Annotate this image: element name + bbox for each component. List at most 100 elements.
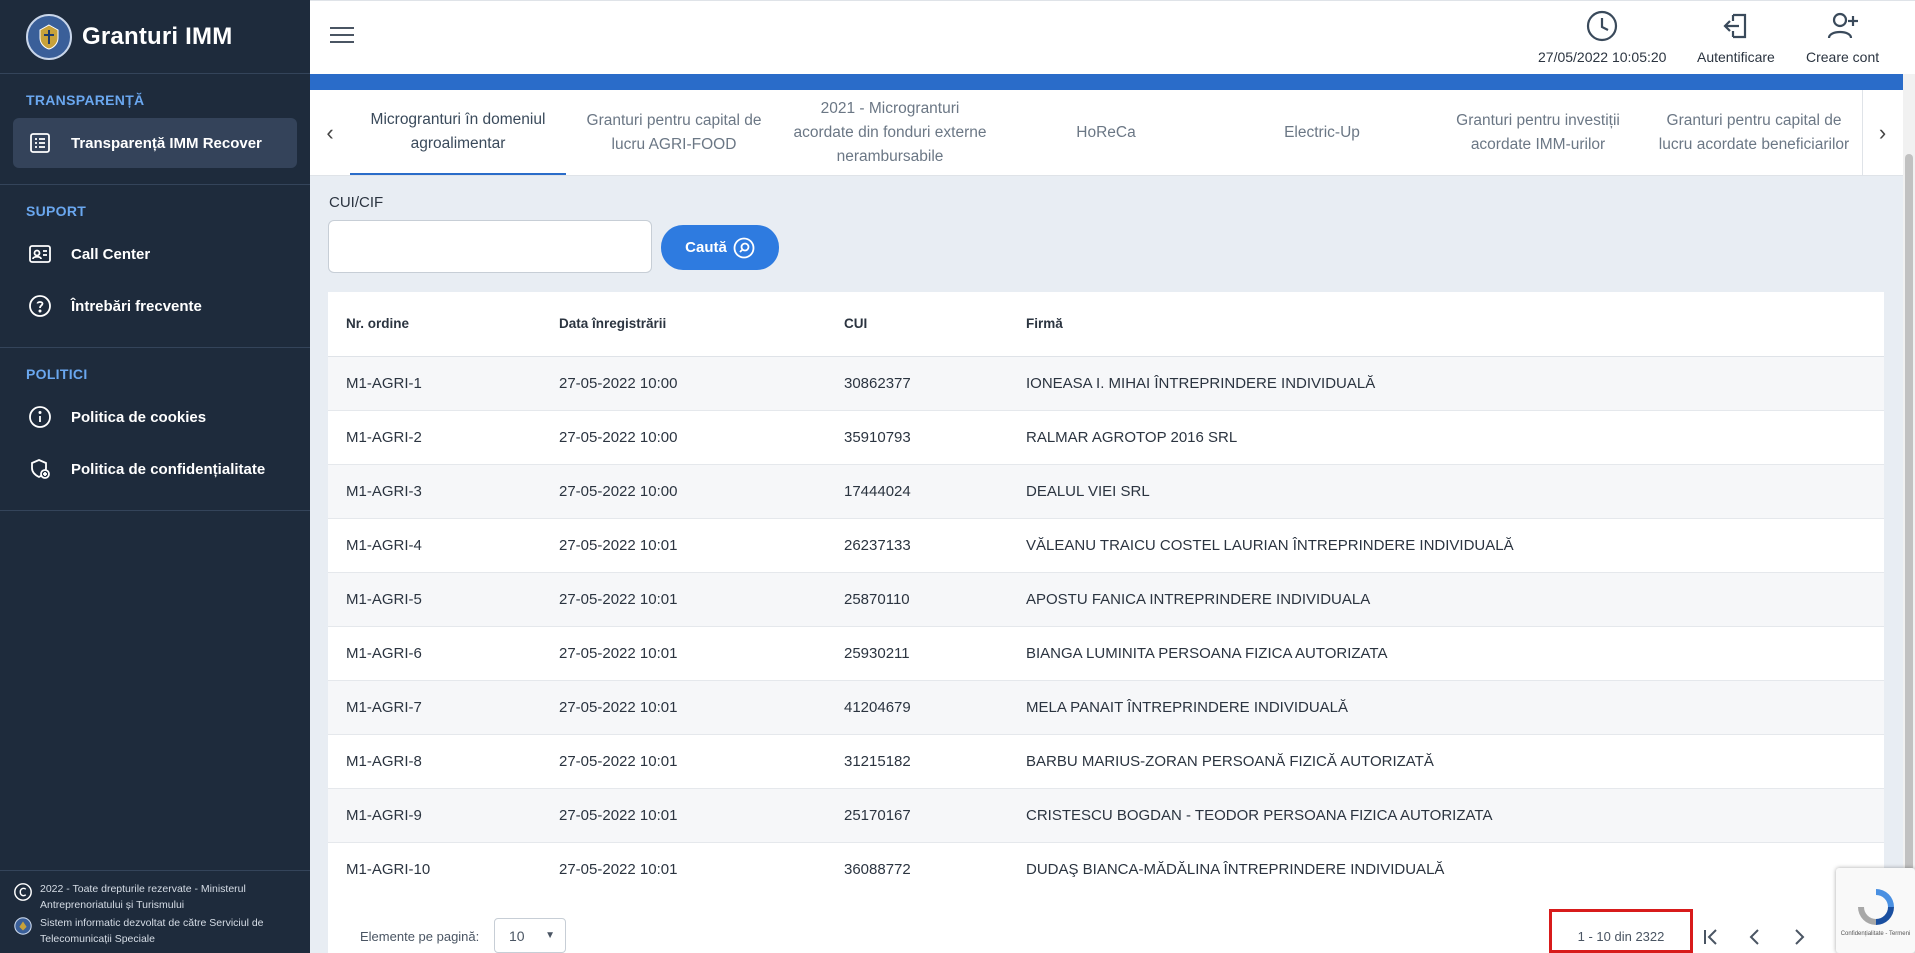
cell-nr-ordine: M1-AGRI-9 (328, 788, 541, 843)
cell-data-inregistrarii: 27-05-2022 10:01 (541, 518, 826, 573)
per-page-select[interactable]: 10 ▼ (494, 918, 566, 953)
cell-data-inregistrarii: 27-05-2022 10:01 (541, 788, 826, 843)
program-tabs: ‹ Microgranturi în domeniul agroalimenta… (310, 90, 1903, 176)
col-cui: CUI (826, 292, 1008, 357)
recaptcha-icon (1857, 888, 1894, 925)
results-table: Nr. ordine Data înregistrării CUI Firmă … (328, 292, 1884, 953)
search-button-label: Caută (685, 239, 727, 256)
section-title: TRANSPARENȚĂ (26, 92, 145, 108)
brand[interactable]: Granturi IMM (0, 0, 310, 74)
section-title: SUPORT (26, 203, 87, 219)
tab-electric-up[interactable]: Electric-Up (1214, 90, 1430, 175)
col-firma: Firmă (1008, 292, 1884, 357)
section-suport: SUPORT Call Center Întrebări frecvente (0, 185, 310, 348)
cell-firma: CRISTESCU BOGDAN - TEODOR PERSOANA FIZIC… (1008, 788, 1884, 843)
sidebar-item-transparenta-imm-recover[interactable]: Transparență IMM Recover (13, 118, 297, 168)
table-row[interactable]: M1-AGRI-3 27-05-2022 10:00 17444024 DEALUL … (328, 464, 1884, 519)
next-page-icon[interactable] (1787, 925, 1811, 949)
sidebar-item-label: Politica de confidențialitate (71, 460, 266, 478)
cell-nr-ordine: M1-AGRI-4 (328, 518, 541, 573)
first-page-icon[interactable] (1699, 925, 1723, 949)
per-page-label: Elemente pe pagină: (360, 929, 480, 944)
table-row[interactable]: M1-AGRI-6 27-05-2022 10:01 25930211 BIANGA … (328, 626, 1884, 681)
register-button[interactable]: Creare cont (1806, 9, 1879, 65)
cui-search-input[interactable] (328, 220, 652, 273)
cell-cui: 26237133 (826, 518, 1008, 573)
prev-page-icon[interactable] (1743, 925, 1767, 949)
sidebar-item-politica-confidentialitate[interactable]: Politica de confidențialitate (13, 444, 297, 494)
cell-nr-ordine: M1-AGRI-3 (328, 464, 541, 519)
recaptcha-badge[interactable]: Confidențialitate - Termeni (1836, 868, 1915, 953)
sidebar-item-label: Întrebări frecvente (71, 297, 202, 315)
cell-cui: 41204679 (826, 680, 1008, 735)
cell-cui: 25870110 (826, 572, 1008, 627)
tab-2021-microgranturi[interactable]: 2021 - Microgranturi acordate din fondur… (782, 90, 998, 175)
copyright-icon (12, 881, 34, 903)
coat-of-arms-logo (26, 13, 72, 60)
cell-data-inregistrarii: 27-05-2022 10:01 (541, 680, 826, 735)
sidebar-item-politica-cookies[interactable]: Politica de cookies (13, 392, 297, 442)
caret-down-icon: ▼ (545, 930, 555, 941)
section-politici: POLITICI Politica de cookies Politica de… (0, 348, 310, 511)
table-row[interactable]: M1-AGRI-8 27-05-2022 10:01 31215182 BARBU M… (328, 734, 1884, 789)
footer-copyright-text: 2022 - Toate drepturile rezervate - Mini… (40, 883, 246, 911)
cell-firma: DEALUL VIEI SRL (1008, 464, 1884, 519)
tabs-scroll-right-icon[interactable]: › (1862, 90, 1902, 175)
cell-data-inregistrarii: 27-05-2022 10:01 (541, 734, 826, 789)
tab-granturi-investitii[interactable]: Granturi pentru investiții acordate IMM-… (1430, 90, 1646, 175)
cell-data-inregistrarii: 27-05-2022 10:01 (541, 626, 826, 681)
clock-icon (1587, 10, 1618, 42)
accent-strip (310, 74, 1903, 90)
sidebar-item-label: Transparență IMM Recover (71, 134, 262, 152)
search-icon (733, 237, 755, 258)
cell-nr-ordine: M1-AGRI-7 (328, 680, 541, 735)
cell-cui: 36088772 (826, 842, 1008, 897)
cell-nr-ordine: M1-AGRI-6 (328, 626, 541, 681)
section-title: POLITICI (26, 366, 88, 382)
menu-toggle-icon[interactable] (330, 27, 354, 47)
question-icon (27, 293, 53, 319)
table-row[interactable]: M1-AGRI-4 27-05-2022 10:01 26237133 VĂLEANU… (328, 518, 1884, 573)
cell-cui: 25930211 (826, 626, 1008, 681)
cell-firma: VĂLEANU TRAICU COSTEL LAURIAN ÎNTREPRIND… (1008, 518, 1884, 573)
cell-data-inregistrarii: 27-05-2022 10:00 (541, 410, 826, 465)
sidebar-item-label: Call Center (71, 245, 151, 263)
cell-nr-ordine: M1-AGRI-5 (328, 572, 541, 627)
per-page-value: 10 (509, 927, 525, 944)
sidebar-item-intrebari-frecvente[interactable]: Întrebări frecvente (13, 281, 297, 331)
table-row[interactable]: M1-AGRI-9 27-05-2022 10:01 25170167 CRISTES… (328, 788, 1884, 843)
current-datetime: 27/05/2022 10:05:20 (1538, 49, 1667, 65)
table-row[interactable]: M1-AGRI-1 27-05-2022 10:00 30862377 IONEASA… (328, 356, 1884, 411)
footer-system: Sistem informatic dezvoltat de către Ser… (12, 915, 310, 947)
table-row[interactable]: M1-AGRI-7 27-05-2022 10:01 41204679 MELA PA… (328, 680, 1884, 735)
tab-capital-lucru-agri-food[interactable]: Granturi pentru capital de lucru AGRI-FO… (566, 90, 782, 175)
tab-horeca[interactable]: HoReCa (998, 90, 1214, 175)
cell-firma: MELA PANAIT ÎNTREPRINDERE INDIVIDUALĂ (1008, 680, 1884, 735)
cell-nr-ordine: M1-AGRI-10 (328, 842, 541, 897)
search-button[interactable]: Caută (661, 225, 779, 270)
scrollbar-thumb[interactable] (1905, 154, 1913, 894)
brand-title: Granturi IMM (82, 22, 233, 50)
login-button[interactable]: Autentificare (1697, 9, 1775, 65)
page-scrollbar[interactable] (1903, 74, 1915, 953)
tab-capital-lucru-beneficiari[interactable]: Granturi pentru capital de lucru acordat… (1646, 90, 1862, 175)
login-icon (1723, 13, 1747, 39)
cell-firma: IONEASA I. MIHAI ÎNTREPRINDERE INDIVIDUA… (1008, 356, 1884, 411)
table-row[interactable]: M1-AGRI-5 27-05-2022 10:01 25870110 APOSTU … (328, 572, 1884, 627)
cell-firma: RALMAR AGROTOP 2016 SRL (1008, 410, 1884, 465)
pagination: Elemente pe pagină: 10 ▼ 1 - 10 din 2322 (328, 892, 1884, 953)
table-row[interactable]: M1-AGRI-2 27-05-2022 10:00 35910793 RALMAR … (328, 410, 1884, 465)
cell-cui: 17444024 (826, 464, 1008, 519)
tabs-scroll-left-icon[interactable]: ‹ (310, 90, 350, 175)
table-row[interactable]: M1-AGRI-10 27-05-2022 10:01 36088772 DUDAŞ … (328, 842, 1884, 897)
cell-firma: DUDAŞ BIANCA-MĂDĂLINA ÎNTREPRINDERE INDI… (1008, 842, 1884, 897)
tab-microgranturi-agroalimentar[interactable]: Microgranturi în domeniul agroalimentar (350, 90, 566, 175)
contact-card-icon (27, 241, 53, 267)
cell-data-inregistrarii: 27-05-2022 10:00 (541, 464, 826, 519)
cell-nr-ordine: M1-AGRI-1 (328, 356, 541, 411)
table-header-row: Nr. ordine Data înregistrării CUI Firmă (328, 292, 1884, 357)
footer-copyright: 2022 - Toate drepturile rezervate - Mini… (12, 881, 310, 913)
sidebar-item-call-center[interactable]: Call Center (13, 229, 297, 279)
search-label: CUI/CIF (329, 194, 384, 211)
sts-logo-icon (12, 915, 34, 937)
